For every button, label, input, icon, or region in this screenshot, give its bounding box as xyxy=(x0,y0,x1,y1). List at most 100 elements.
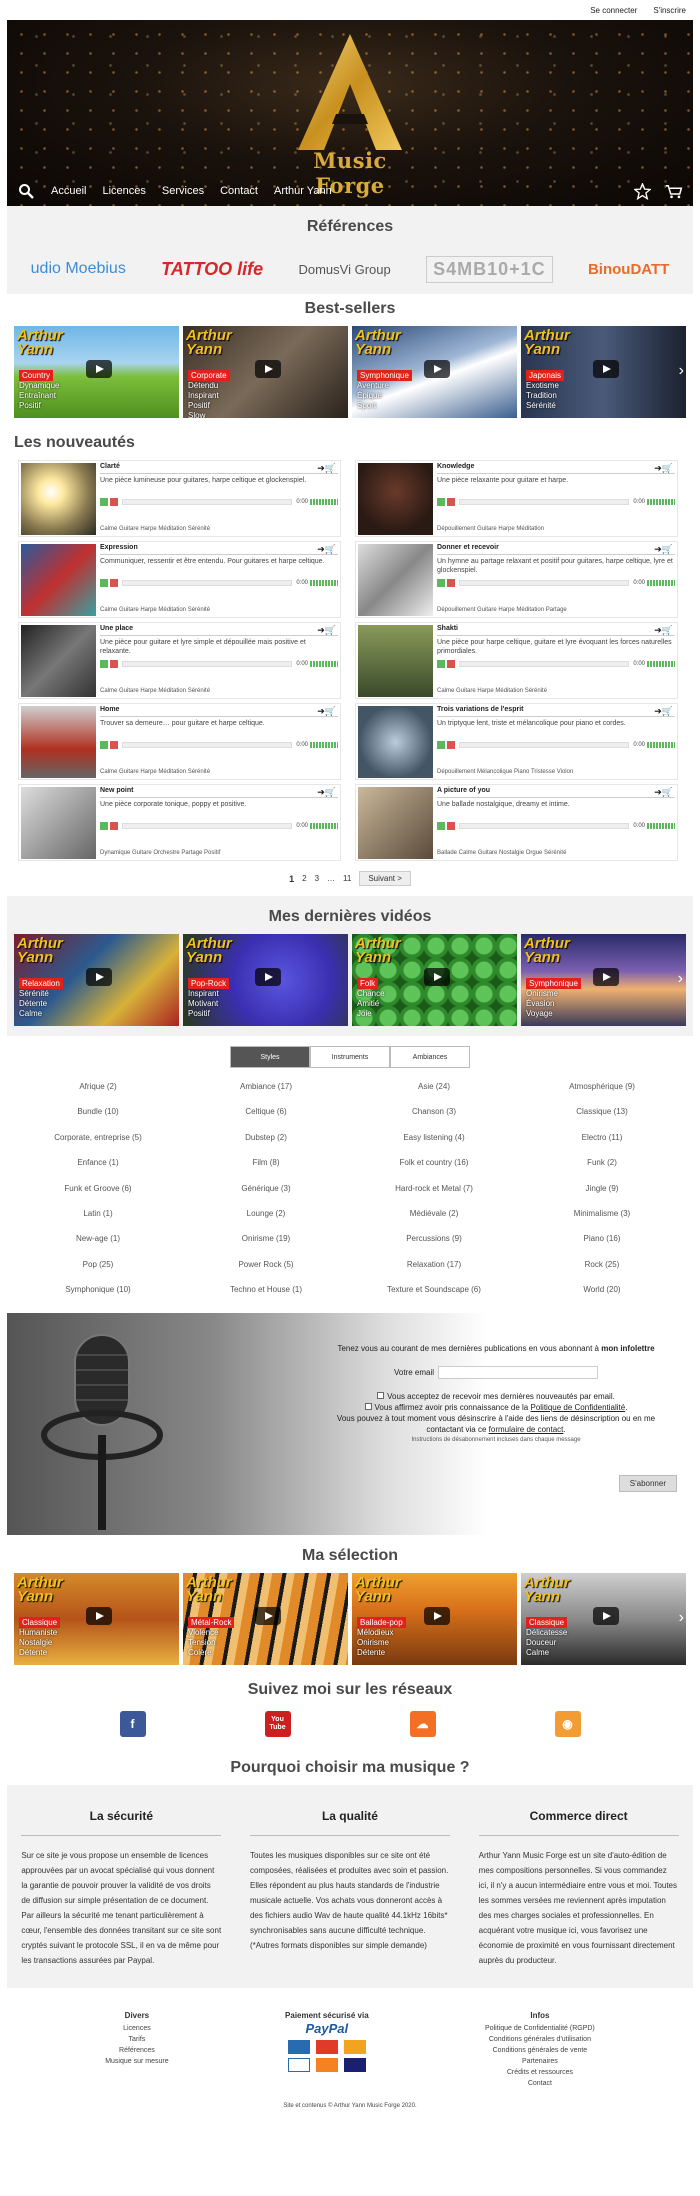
cart-icon[interactable] xyxy=(665,182,683,200)
genre-link[interactable]: Corporate, entreprise (5) xyxy=(14,1125,182,1150)
progress-bar[interactable] xyxy=(459,742,630,748)
genre-link[interactable]: Minimalisme (3) xyxy=(518,1201,686,1226)
progress-bar[interactable] xyxy=(459,661,630,667)
add-to-cart-icon[interactable]: ➔🛒 xyxy=(654,787,673,798)
stop-icon[interactable] xyxy=(110,741,118,749)
genre-link[interactable]: Jingle (9) xyxy=(518,1176,686,1201)
progress-bar[interactable] xyxy=(459,580,630,586)
stop-icon[interactable] xyxy=(447,822,455,830)
track-title[interactable]: A picture of you xyxy=(437,787,675,798)
track-thumbnail[interactable] xyxy=(21,463,96,535)
progress-bar[interactable] xyxy=(459,823,630,829)
contact-form-link[interactable]: formulaire de contact xyxy=(489,1425,564,1434)
email-input[interactable] xyxy=(438,1365,599,1379)
page-3[interactable]: 3 xyxy=(315,874,319,883)
track-thumbnail[interactable] xyxy=(21,625,96,697)
add-to-cart-icon[interactable]: ➔🛒 xyxy=(654,544,673,555)
play-icon[interactable] xyxy=(100,660,108,668)
genre-link[interactable]: Celtique (6) xyxy=(182,1099,350,1124)
play-icon[interactable] xyxy=(424,360,450,378)
ref-logo[interactable]: DomusVi Group xyxy=(298,262,390,277)
progress-bar[interactable] xyxy=(122,823,293,829)
genre-link[interactable]: Latin (1) xyxy=(14,1201,182,1226)
tab-ambiances[interactable]: Ambiances xyxy=(390,1046,470,1068)
volume-meter[interactable] xyxy=(647,661,675,667)
volume-meter[interactable] xyxy=(647,499,675,505)
stop-icon[interactable] xyxy=(447,579,455,587)
privacy-checkbox[interactable] xyxy=(364,1402,372,1410)
video-card[interactable]: Arthur Yann Pop-Rock Inspirant Motivant … xyxy=(183,934,348,1026)
volume-meter[interactable] xyxy=(310,823,338,829)
page-2[interactable]: 2 xyxy=(302,874,306,883)
genre-link[interactable]: Médiévale (2) xyxy=(350,1201,518,1226)
carousel-next-icon[interactable]: › xyxy=(679,362,684,380)
genre-link[interactable]: Pop (25) xyxy=(14,1252,182,1277)
genre-link[interactable]: Percussions (9) xyxy=(350,1226,518,1251)
ref-logo[interactable]: udio Moebius xyxy=(31,260,126,278)
video-card[interactable]: Arthur Yann Classique Humaniste Nostalgi… xyxy=(14,1572,179,1665)
tab-instruments[interactable]: Instruments xyxy=(310,1046,390,1068)
play-icon[interactable] xyxy=(593,968,619,986)
genre-link[interactable]: Classique (13) xyxy=(518,1099,686,1124)
volume-meter[interactable] xyxy=(310,499,338,505)
footer-link[interactable]: Conditions générales de vente xyxy=(485,2045,595,2056)
add-to-cart-icon[interactable]: ➔🛒 xyxy=(654,625,673,636)
play-icon[interactable] xyxy=(100,741,108,749)
genre-link[interactable]: Funk et Groove (6) xyxy=(14,1176,182,1201)
genre-link[interactable]: Film (8) xyxy=(182,1150,350,1175)
play-icon[interactable] xyxy=(86,1606,112,1625)
nav-licences[interactable]: Licences xyxy=(102,185,145,197)
track-title[interactable]: Expression xyxy=(100,544,338,555)
video-card[interactable]: Arthur Yann Métal-Rock Violence Tension … xyxy=(183,1572,348,1665)
footer-link[interactable]: Crédits et ressources xyxy=(485,2067,595,2078)
add-to-cart-icon[interactable]: ➔🛒 xyxy=(654,706,673,717)
volume-meter[interactable] xyxy=(310,580,338,586)
genre-link[interactable]: Lounge (2) xyxy=(182,1201,350,1226)
page-last[interactable]: 11 xyxy=(343,874,351,883)
play-icon[interactable] xyxy=(437,579,445,587)
track-title[interactable]: Home xyxy=(100,706,338,717)
tab-styles[interactable]: Styles xyxy=(230,1046,310,1068)
site-logo[interactable]: Music Forge xyxy=(280,32,420,198)
genre-link[interactable]: Atmosphérique (9) xyxy=(518,1074,686,1099)
track-thumbnail[interactable] xyxy=(358,787,433,859)
play-icon[interactable] xyxy=(593,360,619,378)
stop-icon[interactable] xyxy=(110,822,118,830)
track-thumbnail[interactable] xyxy=(21,787,96,859)
track-title[interactable]: Clarté xyxy=(100,463,338,474)
add-to-cart-icon[interactable]: ➔🛒 xyxy=(317,544,336,555)
signup-link[interactable]: S'inscrire xyxy=(653,6,686,15)
stop-icon[interactable] xyxy=(447,741,455,749)
nav-contact[interactable]: Contact xyxy=(220,185,258,197)
page-1[interactable]: 1 xyxy=(289,874,294,884)
genre-link[interactable]: Electro (11) xyxy=(518,1125,686,1150)
progress-bar[interactable] xyxy=(459,499,630,505)
footer-link[interactable]: Musique sur mesure xyxy=(105,2056,168,2067)
carousel-next-icon[interactable]: › xyxy=(678,970,683,988)
stop-icon[interactable] xyxy=(447,498,455,506)
track-thumbnail[interactable] xyxy=(358,706,433,778)
genre-link[interactable]: Ambiance (17) xyxy=(182,1074,350,1099)
nav-home[interactable]: Accueil xyxy=(51,185,86,197)
volume-meter[interactable] xyxy=(647,742,675,748)
volume-meter[interactable] xyxy=(310,661,338,667)
genre-link[interactable]: Générique (3) xyxy=(182,1176,350,1201)
add-to-cart-icon[interactable]: ➔🛒 xyxy=(317,706,336,717)
genre-link[interactable]: Dubstep (2) xyxy=(182,1125,350,1150)
subscribe-button[interactable]: S'abonner xyxy=(618,1474,677,1492)
play-icon[interactable] xyxy=(593,1606,619,1625)
progress-bar[interactable] xyxy=(122,499,293,505)
facebook-icon[interactable]: f xyxy=(119,1710,146,1737)
play-icon[interactable] xyxy=(100,822,108,830)
volume-meter[interactable] xyxy=(310,742,338,748)
volume-meter[interactable] xyxy=(647,823,675,829)
play-icon[interactable] xyxy=(86,360,112,378)
play-icon[interactable] xyxy=(100,498,108,506)
play-icon[interactable] xyxy=(255,968,281,986)
ref-logo[interactable]: BinouDATT xyxy=(588,261,669,278)
genre-link[interactable]: Symphonique (10) xyxy=(14,1277,182,1302)
footer-link[interactable]: Contact xyxy=(485,2078,595,2089)
track-title[interactable]: Knowledge xyxy=(437,463,675,474)
video-card[interactable]: Arthur Yann Relaxation Sérénité Détente … xyxy=(14,934,179,1026)
video-card[interactable]: Arthur Yann Folk Chance Amitié Joie xyxy=(352,934,517,1026)
